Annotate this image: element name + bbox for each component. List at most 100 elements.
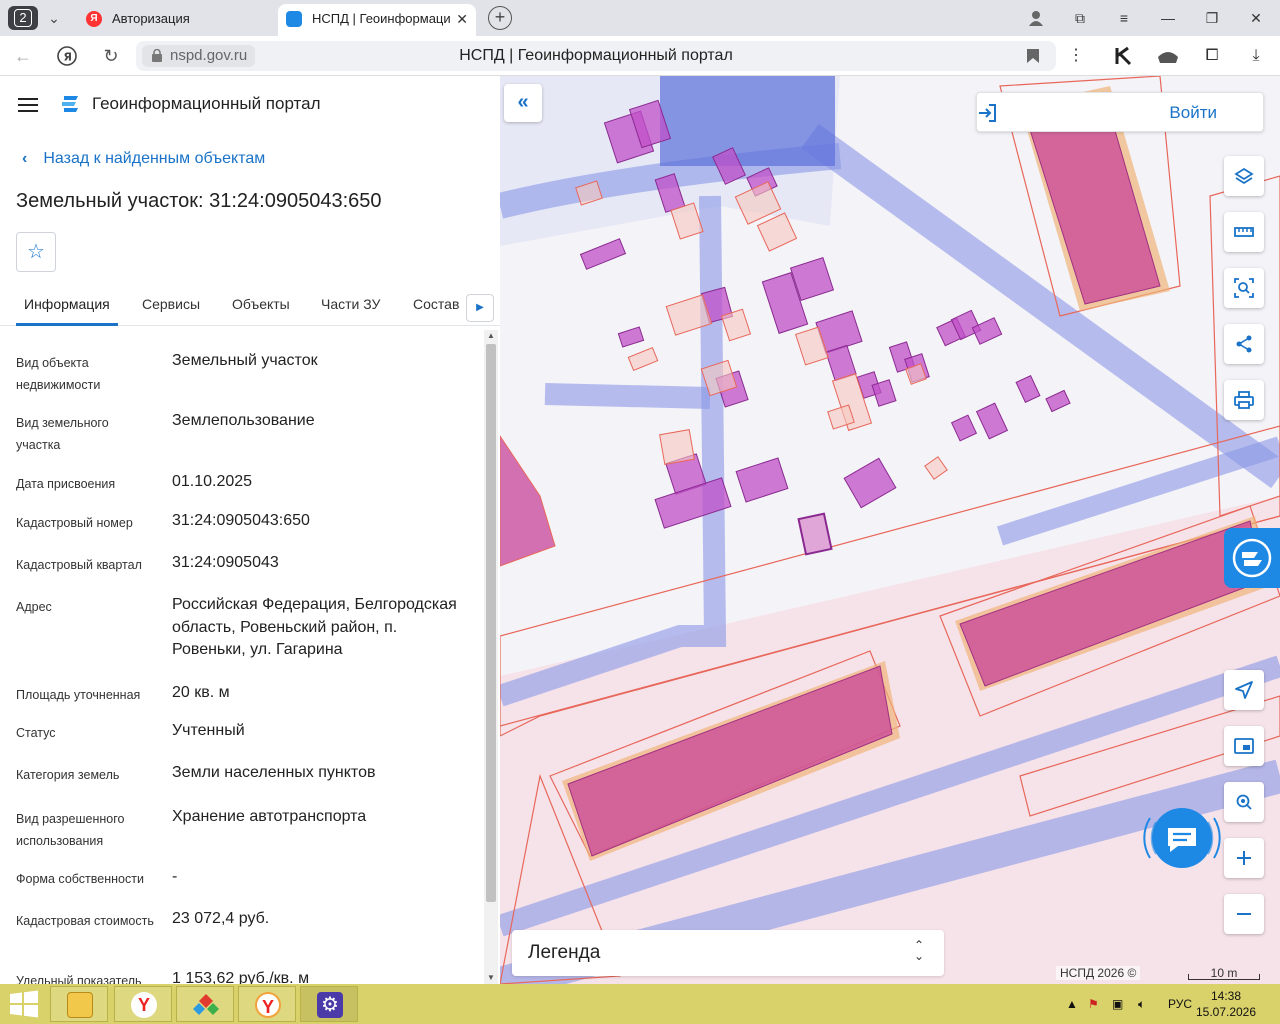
- more-icon[interactable]: ⋮: [1064, 44, 1088, 68]
- field-label: Вид земельного участка: [16, 416, 109, 452]
- collections-icon[interactable]: ⧉: [1058, 0, 1102, 36]
- geo-search-icon: [1236, 794, 1252, 810]
- scroll-thumb[interactable]: [486, 344, 496, 902]
- hamburger-menu-icon[interactable]: [18, 98, 38, 112]
- share-icon: [1236, 335, 1252, 353]
- profile-icon[interactable]: [1014, 0, 1058, 36]
- field-value: Землепользование: [172, 412, 315, 429]
- login-icon: [979, 104, 996, 122]
- field-value: 31:24:0905043:650: [172, 512, 310, 529]
- field-value: 31:24:0905043: [172, 554, 279, 571]
- legend-label: Легенда: [528, 942, 601, 963]
- tab-composition[interactable]: Состав: [413, 296, 459, 312]
- extension-puzzle-icon[interactable]: ⧠: [1200, 44, 1224, 68]
- field-value: Учтенный: [172, 722, 245, 739]
- field-label: Вид разрешенного использования: [16, 812, 125, 848]
- windows-logo-icon: [10, 990, 38, 1018]
- yandex-home-icon[interactable]: Я: [54, 44, 80, 68]
- field-value: Земли населенных пунктов: [172, 764, 376, 781]
- portal-logo: [62, 96, 78, 112]
- field-label: Категория земель: [16, 768, 120, 782]
- back-icon[interactable]: ←: [10, 44, 36, 68]
- taskbar-file-explorer[interactable]: [50, 986, 108, 1022]
- chat-button[interactable]: [1140, 796, 1224, 880]
- language-indicator[interactable]: РУС: [1168, 984, 1192, 1024]
- collapse-panel-button[interactable]: «: [504, 84, 542, 122]
- ruler-button[interactable]: [1224, 212, 1264, 252]
- windows-taskbar: Y Y ⚙ ▲ ⚑ ▣ 🔈︎ РУС 14:38 15.07.2026: [0, 984, 1280, 1024]
- star-icon: ☆: [27, 241, 45, 263]
- browser-tab-nspd[interactable]: НСПД | Геоинформаци ✕: [278, 4, 476, 36]
- extension-hat-icon[interactable]: [1156, 44, 1180, 68]
- chevron-down-icon[interactable]: ⌄: [40, 6, 68, 30]
- tab-count: 2: [14, 9, 32, 27]
- taskbar-settings[interactable]: ⚙: [300, 986, 358, 1022]
- tray-flag-icon[interactable]: ⚑: [1088, 984, 1099, 1024]
- bookmark-icon[interactable]: [1026, 48, 1040, 64]
- object-info-panel: Геоинформационный портал ‹ Назад к найден…: [0, 76, 500, 984]
- folder-icon: [67, 992, 93, 1018]
- tabs-scroll-right-button[interactable]: ▶: [466, 294, 494, 322]
- share-button[interactable]: [1224, 324, 1264, 364]
- taskbar-app-tiles[interactable]: [176, 986, 234, 1022]
- field-value: 1 153,62 руб./кв. м: [172, 970, 310, 984]
- volume-icon[interactable]: 🔈︎: [1138, 984, 1145, 1024]
- tab-services[interactable]: Сервисы: [142, 296, 200, 312]
- locate-button[interactable]: [1224, 670, 1264, 710]
- info-tabs: Информация Сервисы Объекты Части ЗУ Сост…: [0, 286, 500, 326]
- legend-panel[interactable]: Легенда ⌃ ⌄: [512, 930, 944, 976]
- tray-arrow-icon[interactable]: ▲: [1066, 984, 1078, 1024]
- close-icon[interactable]: ✕: [456, 4, 468, 34]
- download-icon[interactable]: ⤓: [1244, 44, 1268, 68]
- geo-search-button[interactable]: [1224, 782, 1264, 822]
- browser-tab-auth[interactable]: Я Авторизация: [78, 4, 274, 36]
- field-label: Площадь уточненная: [16, 688, 141, 702]
- zoom-out-button[interactable]: [1224, 894, 1264, 934]
- field-label: Статус: [16, 726, 56, 740]
- restore-icon[interactable]: ❐: [1190, 0, 1234, 36]
- back-to-results-link[interactable]: ‹ Назад к найденным объектам: [22, 150, 265, 168]
- tiles-app-icon: [193, 994, 219, 1015]
- login-button[interactable]: Войти: [976, 92, 1264, 132]
- selected-parcel[interactable]: [797, 512, 833, 556]
- extension-k-icon[interactable]: [1112, 44, 1136, 68]
- yandex-icon: Я: [86, 11, 102, 27]
- new-tab-button[interactable]: +: [488, 6, 512, 30]
- field-label: Дата присвоения: [16, 477, 116, 491]
- start-button[interactable]: [0, 984, 48, 1024]
- field-label: Удельный показатель: [16, 974, 142, 984]
- taskbar-yandex-browser-2[interactable]: Y: [238, 986, 296, 1022]
- tab-parcel-parts[interactable]: Части ЗУ: [321, 296, 380, 312]
- field-value: 20 кв. м: [172, 684, 230, 701]
- side-panel-tab[interactable]: [1224, 528, 1280, 588]
- object-title: Земельный участок: 31:24:0905043:650: [16, 190, 382, 212]
- tab-objects[interactable]: Объекты: [232, 296, 290, 312]
- url-field[interactable]: nspd.gov.ru НСПД | Геоинформационный пор…: [136, 41, 1056, 71]
- network-icon[interactable]: ▣: [1112, 984, 1123, 1024]
- field-value: Хранение автотранспорта: [172, 808, 367, 825]
- field-label: Вид объекта недвижимости: [16, 356, 101, 392]
- menu-icon[interactable]: ≡: [1102, 0, 1146, 36]
- close-window-icon[interactable]: ✕: [1234, 0, 1278, 36]
- map-scale: 10 m: [1188, 966, 1260, 980]
- search-area-icon: [1234, 278, 1254, 298]
- favorite-star-button[interactable]: ☆: [16, 232, 56, 272]
- area-search-button[interactable]: [1224, 268, 1264, 308]
- reload-icon[interactable]: ↻: [98, 44, 124, 68]
- taskbar-yandex-browser[interactable]: Y: [114, 986, 172, 1022]
- print-button[interactable]: [1224, 380, 1264, 420]
- minimap-button[interactable]: [1224, 726, 1264, 766]
- map-canvas[interactable]: « Войти Легенда ⌃ ⌄ НСПД 2026 © 10 m: [500, 76, 1280, 984]
- scroll-up-icon[interactable]: ▲: [484, 330, 498, 342]
- tab-count-button[interactable]: 2: [8, 6, 38, 30]
- layers-button[interactable]: [1224, 156, 1264, 196]
- field-label: Адрес: [16, 600, 52, 614]
- panel-scrollbar[interactable]: ▲ ▼: [484, 330, 498, 984]
- minimize-icon[interactable]: —: [1146, 0, 1190, 36]
- scroll-down-icon[interactable]: ▼: [484, 972, 498, 984]
- yandex-browser-icon: Y: [255, 992, 281, 1018]
- clock-date: 15.07.2026: [1195, 1005, 1257, 1019]
- tab-information[interactable]: Информация: [24, 296, 110, 312]
- zoom-in-button[interactable]: [1224, 838, 1264, 878]
- clock[interactable]: 14:38 15.07.2026: [1194, 988, 1258, 1020]
